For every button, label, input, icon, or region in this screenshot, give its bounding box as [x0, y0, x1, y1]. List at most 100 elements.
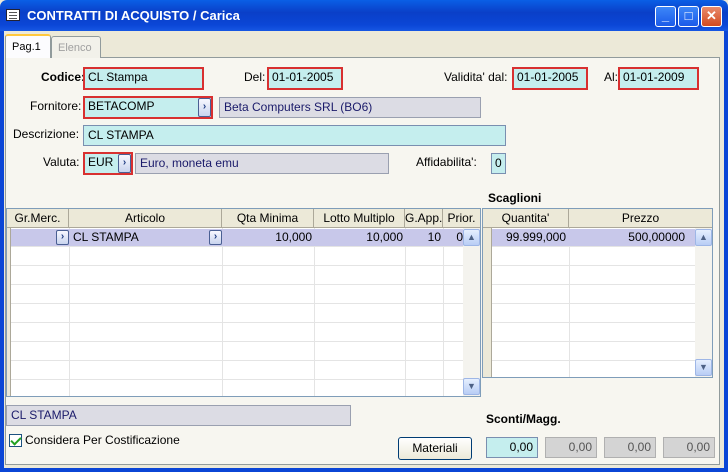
sconti-magg-label: Sconti/Magg. [486, 412, 561, 426]
articoli-grid-header: Gr.Merc. Articolo Qta Minima Lotto Multi… [7, 209, 480, 228]
col-g-app[interactable]: G.App. [405, 209, 443, 228]
materiali-button[interactable]: Materiali [398, 437, 472, 460]
grid-line [11, 322, 463, 323]
scroll-up-button[interactable]: ▲ [695, 229, 712, 246]
window-frame-bottom [0, 468, 728, 472]
grid-line [222, 228, 223, 396]
del-label: Del: [244, 70, 266, 84]
articolo-lookup-button[interactable]: › [209, 230, 222, 245]
fornitore-field[interactable]: BETACOMP [83, 96, 213, 119]
descrizione-label: Descrizione: [13, 127, 80, 141]
sconto-field-4: 0,00 [663, 437, 715, 458]
fornitore-description: Beta Computers SRL (BO6) [219, 97, 481, 118]
minimize-icon: _ [661, 8, 670, 23]
lotto-multiplo-cell[interactable]: 10,000 [314, 229, 403, 247]
affidabilita-label: Affidabilita': [416, 155, 477, 169]
article-description-field: CL STAMPA [6, 405, 351, 426]
qta-minima-cell[interactable]: 10,000 [222, 229, 312, 247]
validita-dal-field[interactable]: 01-01-2005 [512, 67, 588, 90]
grid-line [492, 265, 695, 266]
grid-line [11, 265, 463, 266]
fornitore-label: Fornitore: [30, 99, 82, 113]
chevron-right-icon: › [213, 231, 218, 242]
sconto-field-3: 0,00 [604, 437, 656, 458]
arrow-down-icon: ▼ [699, 362, 708, 372]
considera-checkbox[interactable] [9, 434, 22, 447]
grid-line [492, 322, 695, 323]
tab-pag1[interactable]: Pag.1 [5, 34, 51, 58]
window-app-icon [6, 9, 20, 21]
maximize-icon: □ [684, 8, 693, 23]
al-label: Al: [604, 70, 619, 84]
descrizione-field[interactable]: CL STAMPA [83, 125, 506, 146]
quantita-cell[interactable]: 99.999,000 [492, 229, 566, 247]
scaglioni-grid: Quantita' Prezzo 99.999,000 500,00000 ▲ … [482, 208, 713, 378]
chevron-right-icon: › [202, 101, 207, 112]
row-header-strip [7, 228, 11, 396]
considera-label[interactable]: Considera Per Costificazione [25, 433, 180, 447]
articolo-cell[interactable]: CL STAMPA [73, 229, 208, 247]
grid-line [492, 284, 695, 285]
grid-line [492, 341, 695, 342]
scroll-down-button[interactable]: ▼ [695, 359, 712, 376]
scroll-up-button[interactable]: ▲ [463, 229, 480, 246]
sconto-field-1[interactable]: 0,00 [486, 437, 538, 458]
grid-line [314, 228, 315, 396]
valuta-label: Valuta: [43, 155, 80, 169]
chevron-right-icon: › [122, 157, 127, 168]
fornitore-lookup-button[interactable]: › [198, 98, 211, 117]
window-frame-left [0, 31, 4, 472]
valuta-lookup-button[interactable]: › [118, 154, 131, 173]
scaglioni-grid-header: Quantita' Prezzo [483, 209, 712, 228]
arrow-up-icon: ▲ [467, 232, 476, 242]
grid-line [11, 303, 463, 304]
articoli-grid: Gr.Merc. Articolo Qta Minima Lotto Multi… [6, 208, 481, 397]
maximize-button[interactable]: □ [678, 6, 699, 27]
col-quantita[interactable]: Quantita' [483, 209, 569, 228]
col-lotto-multiplo[interactable]: Lotto Multiplo [314, 209, 405, 228]
grid-line [405, 228, 406, 396]
col-gr-merc[interactable]: Gr.Merc. [7, 209, 69, 228]
sconto-field-2: 0,00 [545, 437, 597, 458]
grid-line [11, 341, 463, 342]
row-header-strip [483, 228, 492, 377]
codice-field[interactable]: CL Stampa [83, 67, 204, 90]
g-app-cell[interactable]: 10 [405, 229, 441, 247]
grid-line [492, 303, 695, 304]
arrow-up-icon: ▲ [699, 232, 708, 242]
close-icon: ✕ [706, 8, 717, 23]
col-articolo[interactable]: Articolo [69, 209, 222, 228]
window-frame-right [724, 31, 728, 472]
chevron-right-icon: › [60, 231, 65, 242]
tab-elenco[interactable]: Elenco [51, 36, 101, 58]
codice-label: Codice: [41, 70, 86, 84]
grid-line [69, 228, 70, 396]
close-button[interactable]: ✕ [701, 6, 722, 27]
grid-line [11, 284, 463, 285]
col-qta-minima[interactable]: Qta Minima [222, 209, 314, 228]
prezzo-cell[interactable]: 500,00000 [570, 229, 685, 247]
articoli-vertical-scrollbar[interactable]: ▲ ▼ [463, 228, 480, 396]
prior-cell[interactable]: 0 [443, 229, 463, 247]
al-field[interactable]: 01-01-2009 [618, 67, 699, 90]
minimize-button[interactable]: _ [655, 6, 676, 27]
scaglioni-title: Scaglioni [488, 191, 542, 205]
grid-line [443, 228, 444, 396]
col-prezzo[interactable]: Prezzo [569, 209, 712, 228]
col-prior[interactable]: Prior. [443, 209, 480, 228]
table-row[interactable]: 99.999,000 500,00000 [492, 229, 695, 246]
scroll-down-button[interactable]: ▼ [463, 378, 480, 395]
scaglioni-vertical-scrollbar[interactable]: ▲ ▼ [695, 228, 712, 377]
del-field[interactable]: 01-01-2005 [267, 67, 343, 90]
grid-line [11, 360, 463, 361]
table-row[interactable]: › CL STAMPA › 10,000 10,000 10 0 [11, 229, 463, 246]
affidabilita-field[interactable]: 0 [491, 153, 506, 174]
grid-line [569, 228, 570, 377]
grid-line [492, 360, 695, 361]
window-title: CONTRATTI DI ACQUISTO / Carica [27, 8, 240, 23]
gr-merc-lookup-button[interactable]: › [56, 230, 69, 245]
grid-line [11, 379, 463, 380]
arrow-down-icon: ▼ [467, 381, 476, 391]
validita-label: Validita' dal: [444, 70, 508, 84]
valuta-description: Euro, moneta emu [135, 153, 389, 174]
